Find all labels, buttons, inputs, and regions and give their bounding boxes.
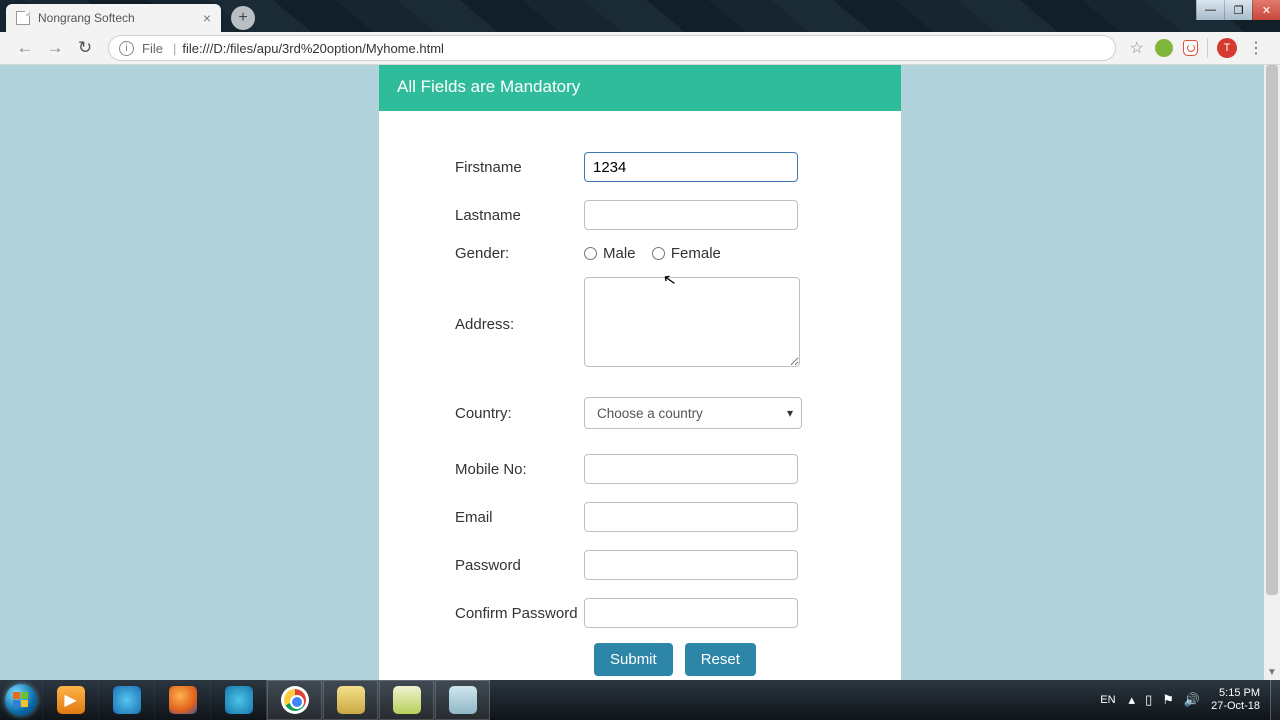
tab-close-icon[interactable]: × (203, 10, 211, 26)
tab-title: Nongrang Softech (38, 11, 135, 25)
tray-network-icon[interactable]: ⚑ (1157, 692, 1179, 708)
taskbar-sync[interactable] (210, 680, 266, 720)
window-actions: — ❐ ✕ (1196, 0, 1280, 20)
label-mobile: Mobile No: (379, 461, 584, 478)
folder-icon (337, 686, 365, 714)
taskbar-firefox[interactable] (154, 680, 210, 720)
registration-form: All Fields are Mandatory Firstname Lastn… (379, 65, 901, 680)
gender-male-radio[interactable] (584, 247, 597, 260)
site-info-icon[interactable]: i (119, 41, 134, 56)
taskbar-explorer[interactable] (322, 680, 378, 720)
reset-button[interactable]: Reset (685, 643, 756, 676)
gender-male-label: Male (603, 245, 636, 262)
media-player-icon: ▶ (57, 686, 85, 714)
extension-adguard-icon[interactable] (1155, 39, 1173, 57)
ie-icon (113, 686, 141, 714)
label-country: Country: (379, 405, 584, 422)
toolbar-divider (1207, 38, 1208, 58)
windows-orb-icon (5, 684, 37, 716)
lastname-input[interactable] (584, 200, 798, 230)
nav-back-button[interactable]: ← (14, 37, 36, 59)
taskbar-notepadpp[interactable] (378, 680, 434, 720)
label-gender: Gender: (379, 245, 584, 262)
browser-tab-active[interactable]: Nongrang Softech × (6, 4, 221, 32)
tab-strip: Nongrang Softech × + — ❐ ✕ (0, 0, 1280, 32)
scrollbar-thumb[interactable] (1266, 65, 1278, 595)
country-select[interactable]: Choose a country (584, 397, 802, 429)
vertical-scrollbar[interactable]: ▲ ▼ (1264, 65, 1280, 680)
chrome-menu-icon[interactable]: ⋮ (1248, 38, 1264, 58)
label-lastname: Lastname (379, 207, 584, 224)
tray-chevron-icon[interactable]: ▴ (1124, 692, 1141, 708)
gender-female-radio[interactable] (652, 247, 665, 260)
extension-ublock-icon[interactable] (1183, 40, 1198, 56)
notepadpp-icon (393, 686, 421, 714)
sync-icon (225, 686, 253, 714)
chrome-icon (281, 686, 309, 714)
url-scheme: File (142, 41, 163, 56)
confirm-password-input[interactable] (584, 598, 798, 628)
firstname-input[interactable] (584, 152, 798, 182)
gender-female-label: Female (671, 245, 721, 262)
windows-taskbar: ▶ EN ▴ ▯ ⚑ 🔊 5:15 PM 27-Oct-18 (0, 680, 1280, 720)
bookmark-star-icon[interactable]: ☆ (1130, 38, 1144, 58)
tray-language[interactable]: EN (1092, 694, 1123, 706)
taskbar-chrome[interactable] (266, 680, 322, 720)
tray-battery-icon[interactable]: ▯ (1140, 692, 1157, 708)
page-viewport: All Fields are Mandatory Firstname Lastn… (0, 65, 1280, 680)
window-minimize-button[interactable]: — (1196, 0, 1224, 20)
url-text: file:///D:/files/apu/3rd%20option/Myhome… (182, 41, 444, 56)
label-address: Address: (379, 316, 584, 333)
address-textarea[interactable] (584, 277, 800, 367)
profile-avatar-icon[interactable]: T (1217, 38, 1237, 58)
nav-reload-button[interactable]: ↻ (74, 37, 96, 59)
new-tab-button[interactable]: + (231, 6, 255, 30)
scroll-down-icon[interactable]: ▼ (1264, 664, 1280, 680)
taskbar-media-player[interactable]: ▶ (42, 680, 98, 720)
address-bar: ← → ↻ i File | file:///D:/files/apu/3rd%… (0, 32, 1280, 65)
password-input[interactable] (584, 550, 798, 580)
page-icon (16, 11, 30, 25)
start-button[interactable] (0, 680, 42, 720)
window-close-button[interactable]: ✕ (1252, 0, 1280, 20)
country-select-value: Choose a country (597, 406, 703, 421)
label-password: Password (379, 557, 584, 574)
taskbar-ie[interactable] (98, 680, 154, 720)
tray-volume-icon[interactable]: 🔊 (1179, 692, 1205, 708)
taskbar-sticky-notes[interactable] (434, 680, 490, 720)
url-field[interactable]: i File | file:///D:/files/apu/3rd%20opti… (108, 35, 1116, 61)
notes-icon (449, 686, 477, 714)
show-desktop-button[interactable] (1270, 680, 1280, 720)
label-email: Email (379, 509, 584, 526)
tray-date: 27-Oct-18 (1211, 700, 1260, 713)
label-confirm-password: Confirm Password (379, 605, 584, 622)
tray-clock[interactable]: 5:15 PM 27-Oct-18 (1205, 687, 1270, 713)
firefox-icon (169, 686, 197, 714)
mobile-input[interactable] (584, 454, 798, 484)
email-input[interactable] (584, 502, 798, 532)
nav-forward-button[interactable]: → (44, 37, 66, 59)
window-restore-button[interactable]: ❐ (1224, 0, 1252, 20)
tray-time: 5:15 PM (1211, 687, 1260, 700)
form-header: All Fields are Mandatory (379, 65, 901, 111)
submit-button[interactable]: Submit (594, 643, 673, 676)
label-firstname: Firstname (379, 159, 584, 176)
system-tray: EN ▴ ▯ ⚑ 🔊 5:15 PM 27-Oct-18 (1092, 680, 1280, 720)
